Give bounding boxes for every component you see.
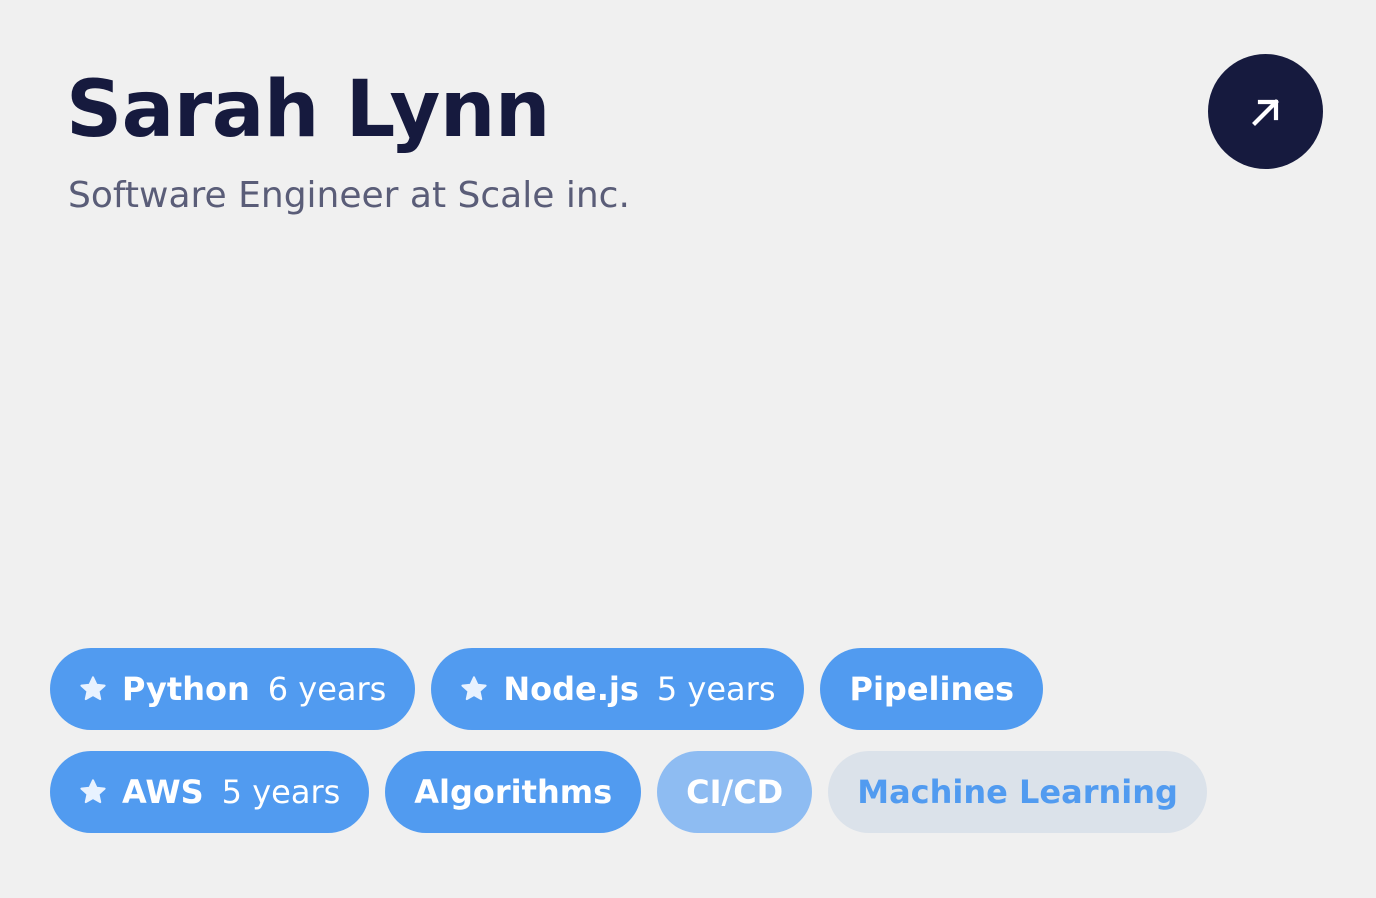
skill-chip[interactable]: Python 6 years (50, 648, 416, 730)
skill-label: Node.js (503, 670, 639, 708)
skill-years: 5 years (656, 670, 776, 708)
profile-subtitle: Software Engineer at Scale inc. (68, 175, 630, 216)
profile-card: Sarah Lynn Software Engineer at Scale in… (0, 0, 1376, 898)
skills-list: Python 6 years Node.js 5 years Pipelines AWS 5… (50, 648, 1326, 854)
skill-label: Python (122, 670, 250, 708)
star-icon (78, 674, 108, 704)
open-profile-button[interactable] (1208, 54, 1323, 169)
skill-chip[interactable]: Algorithms (385, 751, 642, 833)
star-icon (459, 674, 489, 704)
skill-label: Algorithms (414, 773, 613, 811)
skill-row: AWS 5 years Algorithms CI/CD Machine Learnin… (50, 751, 1326, 833)
skill-label: AWS (122, 773, 204, 811)
skill-label: Pipelines (849, 670, 1014, 708)
arrow-up-right-icon (1246, 92, 1286, 132)
skill-chip[interactable]: AWS 5 years (50, 751, 370, 833)
skill-years: 6 years (267, 670, 387, 708)
star-icon (78, 777, 108, 807)
profile-name: Sarah Lynn (66, 65, 550, 155)
skill-chip[interactable]: Machine Learning (828, 751, 1207, 833)
skill-chip[interactable]: Pipelines (820, 648, 1043, 730)
skill-label: Machine Learning (857, 773, 1178, 811)
skill-years: 5 years (221, 773, 341, 811)
skill-chip[interactable]: Node.js 5 years (431, 648, 805, 730)
skill-row: Python 6 years Node.js 5 years Pipelines (50, 648, 1326, 730)
skill-chip[interactable]: CI/CD (657, 751, 813, 833)
skill-label: CI/CD (686, 773, 784, 811)
